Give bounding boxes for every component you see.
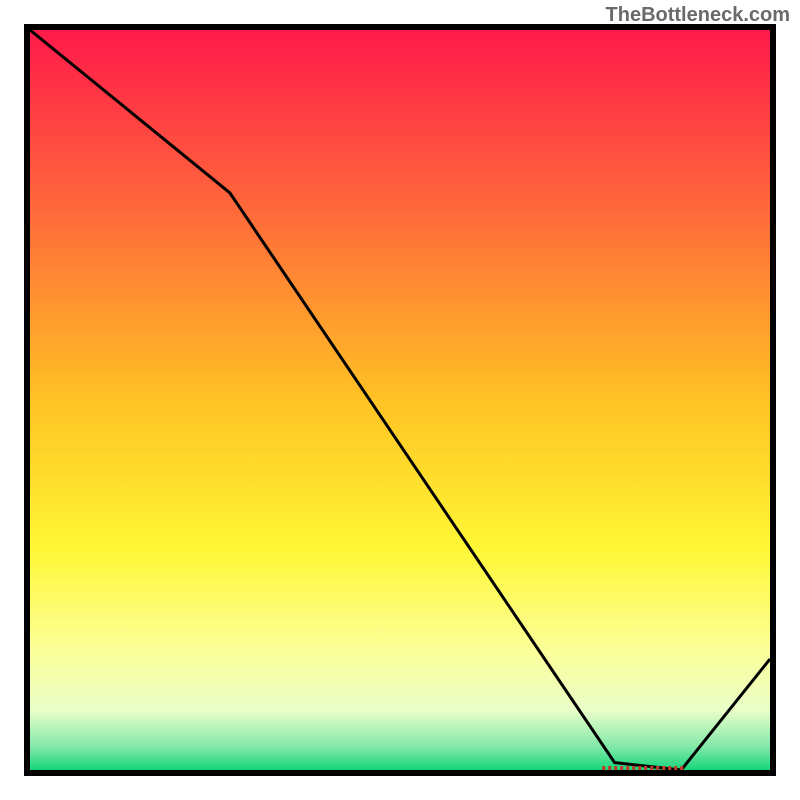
chart-plot-area	[24, 24, 776, 776]
data-series-line	[30, 30, 770, 770]
chart-line-layer	[30, 30, 770, 770]
watermark-text: TheBottleneck.com	[606, 4, 790, 27]
